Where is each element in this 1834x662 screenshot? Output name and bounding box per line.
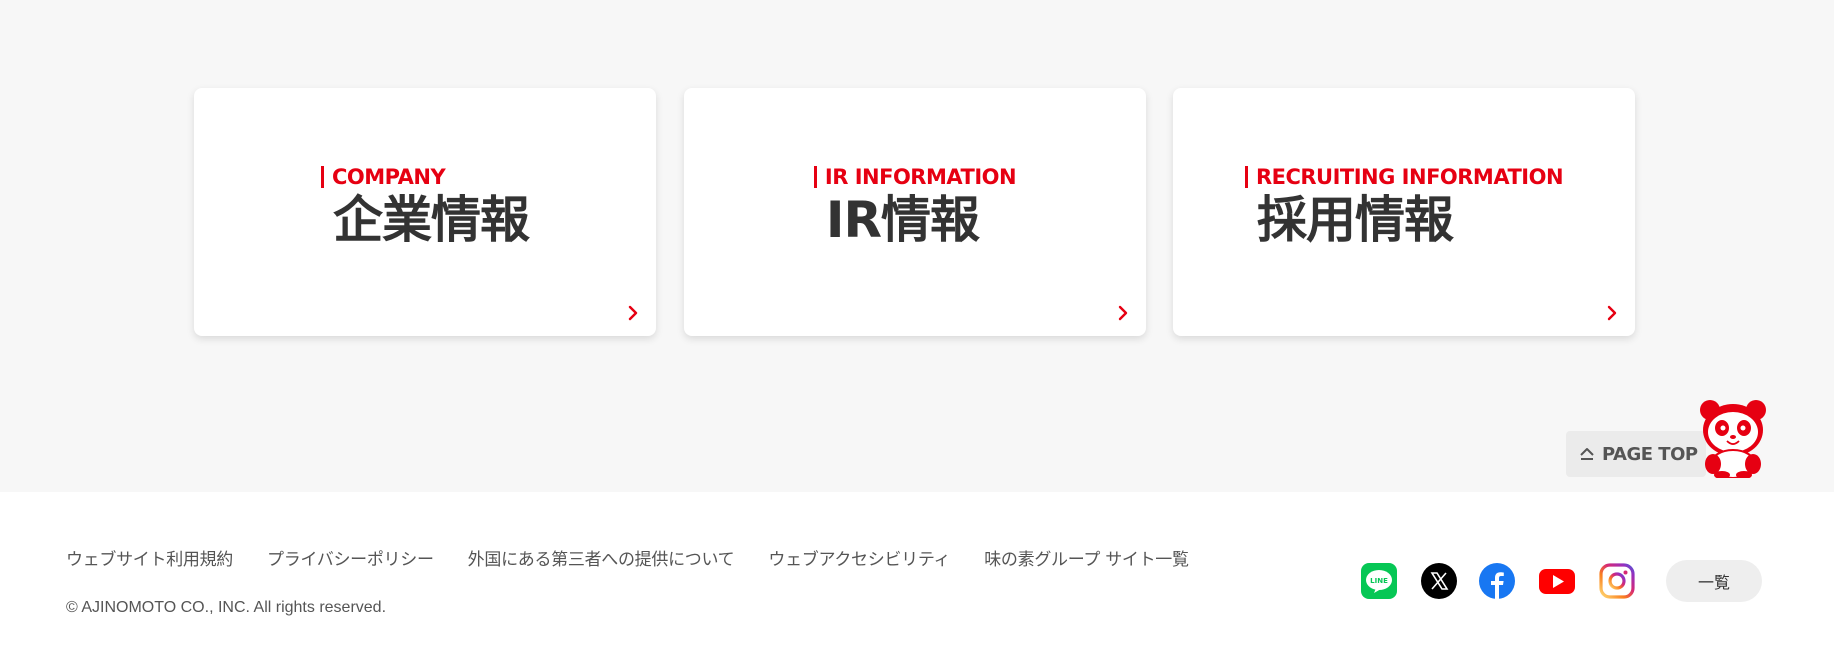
card-title-jp: 採用情報 [1256, 191, 1454, 249]
footer-link-group-sites[interactable]: 味の素グループ サイト一覧 [984, 545, 1189, 570]
youtube-icon[interactable] [1538, 562, 1576, 600]
footer-link-terms[interactable]: ウェブサイト利用規約 [66, 545, 233, 570]
card-title-en: COMPANY [321, 166, 529, 188]
footer-nav: ウェブサイト利用規約 プライバシーポリシー 外国にある第三者への提供について ウ… [66, 545, 1223, 570]
chevron-right-icon [628, 305, 638, 321]
svg-text:LINE: LINE [1370, 577, 1388, 585]
chevron-right-icon [1118, 305, 1128, 321]
company-card[interactable]: COMPANY 企業情報 [194, 88, 656, 336]
line-icon[interactable]: LINE [1360, 562, 1398, 600]
top-section: COMPANY 企業情報 IR INFORMATION IR情報 RECRUIT… [0, 0, 1834, 492]
facebook-icon[interactable] [1478, 562, 1516, 600]
social-list-button[interactable]: 一覧 [1666, 560, 1762, 602]
x-icon[interactable] [1420, 562, 1458, 600]
footer-link-privacy[interactable]: プライバシーポリシー [267, 545, 434, 570]
panda-mascot-icon [1700, 400, 1766, 478]
card-title-en: IR INFORMATION [813, 166, 1017, 188]
page-top-button[interactable]: PAGE TOP [1566, 431, 1706, 477]
copyright: © AJINOMOTO CO., INC. All rights reserve… [66, 599, 387, 616]
card-title-jp: 企業情報 [333, 191, 530, 249]
recruiting-information-card[interactable]: RECRUITING INFORMATION 採用情報 [1173, 88, 1635, 336]
card-title-jp: IR情報 [825, 191, 980, 249]
footer-link-third-party[interactable]: 外国にある第三者への提供について [468, 545, 735, 570]
chevron-right-icon [1607, 305, 1617, 321]
instagram-icon[interactable] [1598, 562, 1636, 600]
ir-information-card[interactable]: IR INFORMATION IR情報 [684, 88, 1146, 336]
card-title-en: RECRUITING INFORMATION [1244, 166, 1564, 188]
arrow-up-icon [1580, 448, 1594, 460]
page-top-label: PAGE TOP [1602, 443, 1698, 465]
footer-link-accessibility[interactable]: ウェブアクセシビリティ [768, 545, 950, 570]
footer: ウェブサイト利用規約 プライバシーポリシー 外国にある第三者への提供について ウ… [0, 492, 1834, 662]
